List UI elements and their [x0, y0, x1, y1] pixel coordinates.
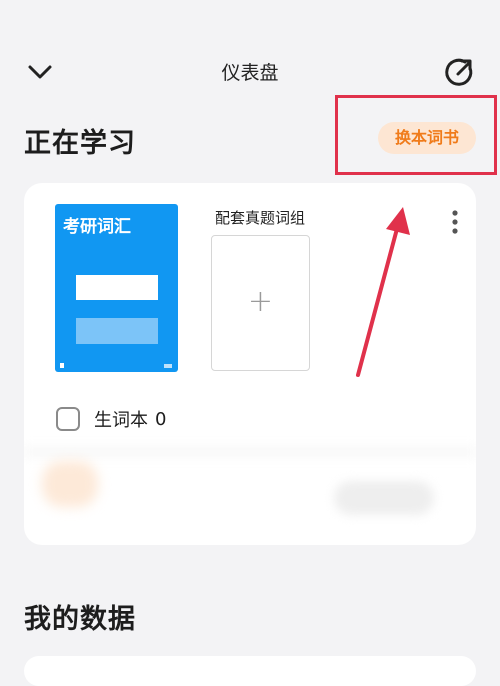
- data-section-title: 我的数据: [24, 604, 136, 635]
- blurred-content: [24, 445, 476, 535]
- cover-decoration: [60, 363, 64, 368]
- cover-decoration: [76, 275, 158, 300]
- book-name: 考研词汇: [63, 217, 131, 237]
- vocab-notebook-row[interactable]: 生词本 0: [56, 405, 166, 433]
- annotation-highlight-box: [335, 95, 497, 175]
- blur-decoration: [42, 461, 98, 507]
- external-link-icon[interactable]: [443, 56, 475, 88]
- add-combo-button[interactable]: +: [211, 235, 310, 371]
- vocab-notebook-count: 0: [155, 408, 167, 430]
- book-cover[interactable]: 考研词汇: [55, 204, 178, 372]
- more-vertical-icon[interactable]: [447, 209, 463, 237]
- page-title: 仪表盘: [221, 62, 279, 84]
- vocab-notebook-label: 生词本: [94, 410, 148, 431]
- header: 仪表盘: [0, 0, 500, 110]
- blur-decoration: [334, 481, 434, 515]
- data-card: [24, 656, 476, 686]
- annotation-arrow: [356, 207, 410, 377]
- plus-icon: +: [247, 284, 274, 319]
- learning-section-title: 正在学习: [24, 128, 136, 159]
- cover-decoration: [164, 364, 172, 368]
- vocab-notebook-checkbox[interactable]: [56, 407, 80, 431]
- cover-decoration: [76, 318, 158, 344]
- combo-label: 配套真题词组: [215, 209, 306, 227]
- blur-decoration: [24, 445, 476, 459]
